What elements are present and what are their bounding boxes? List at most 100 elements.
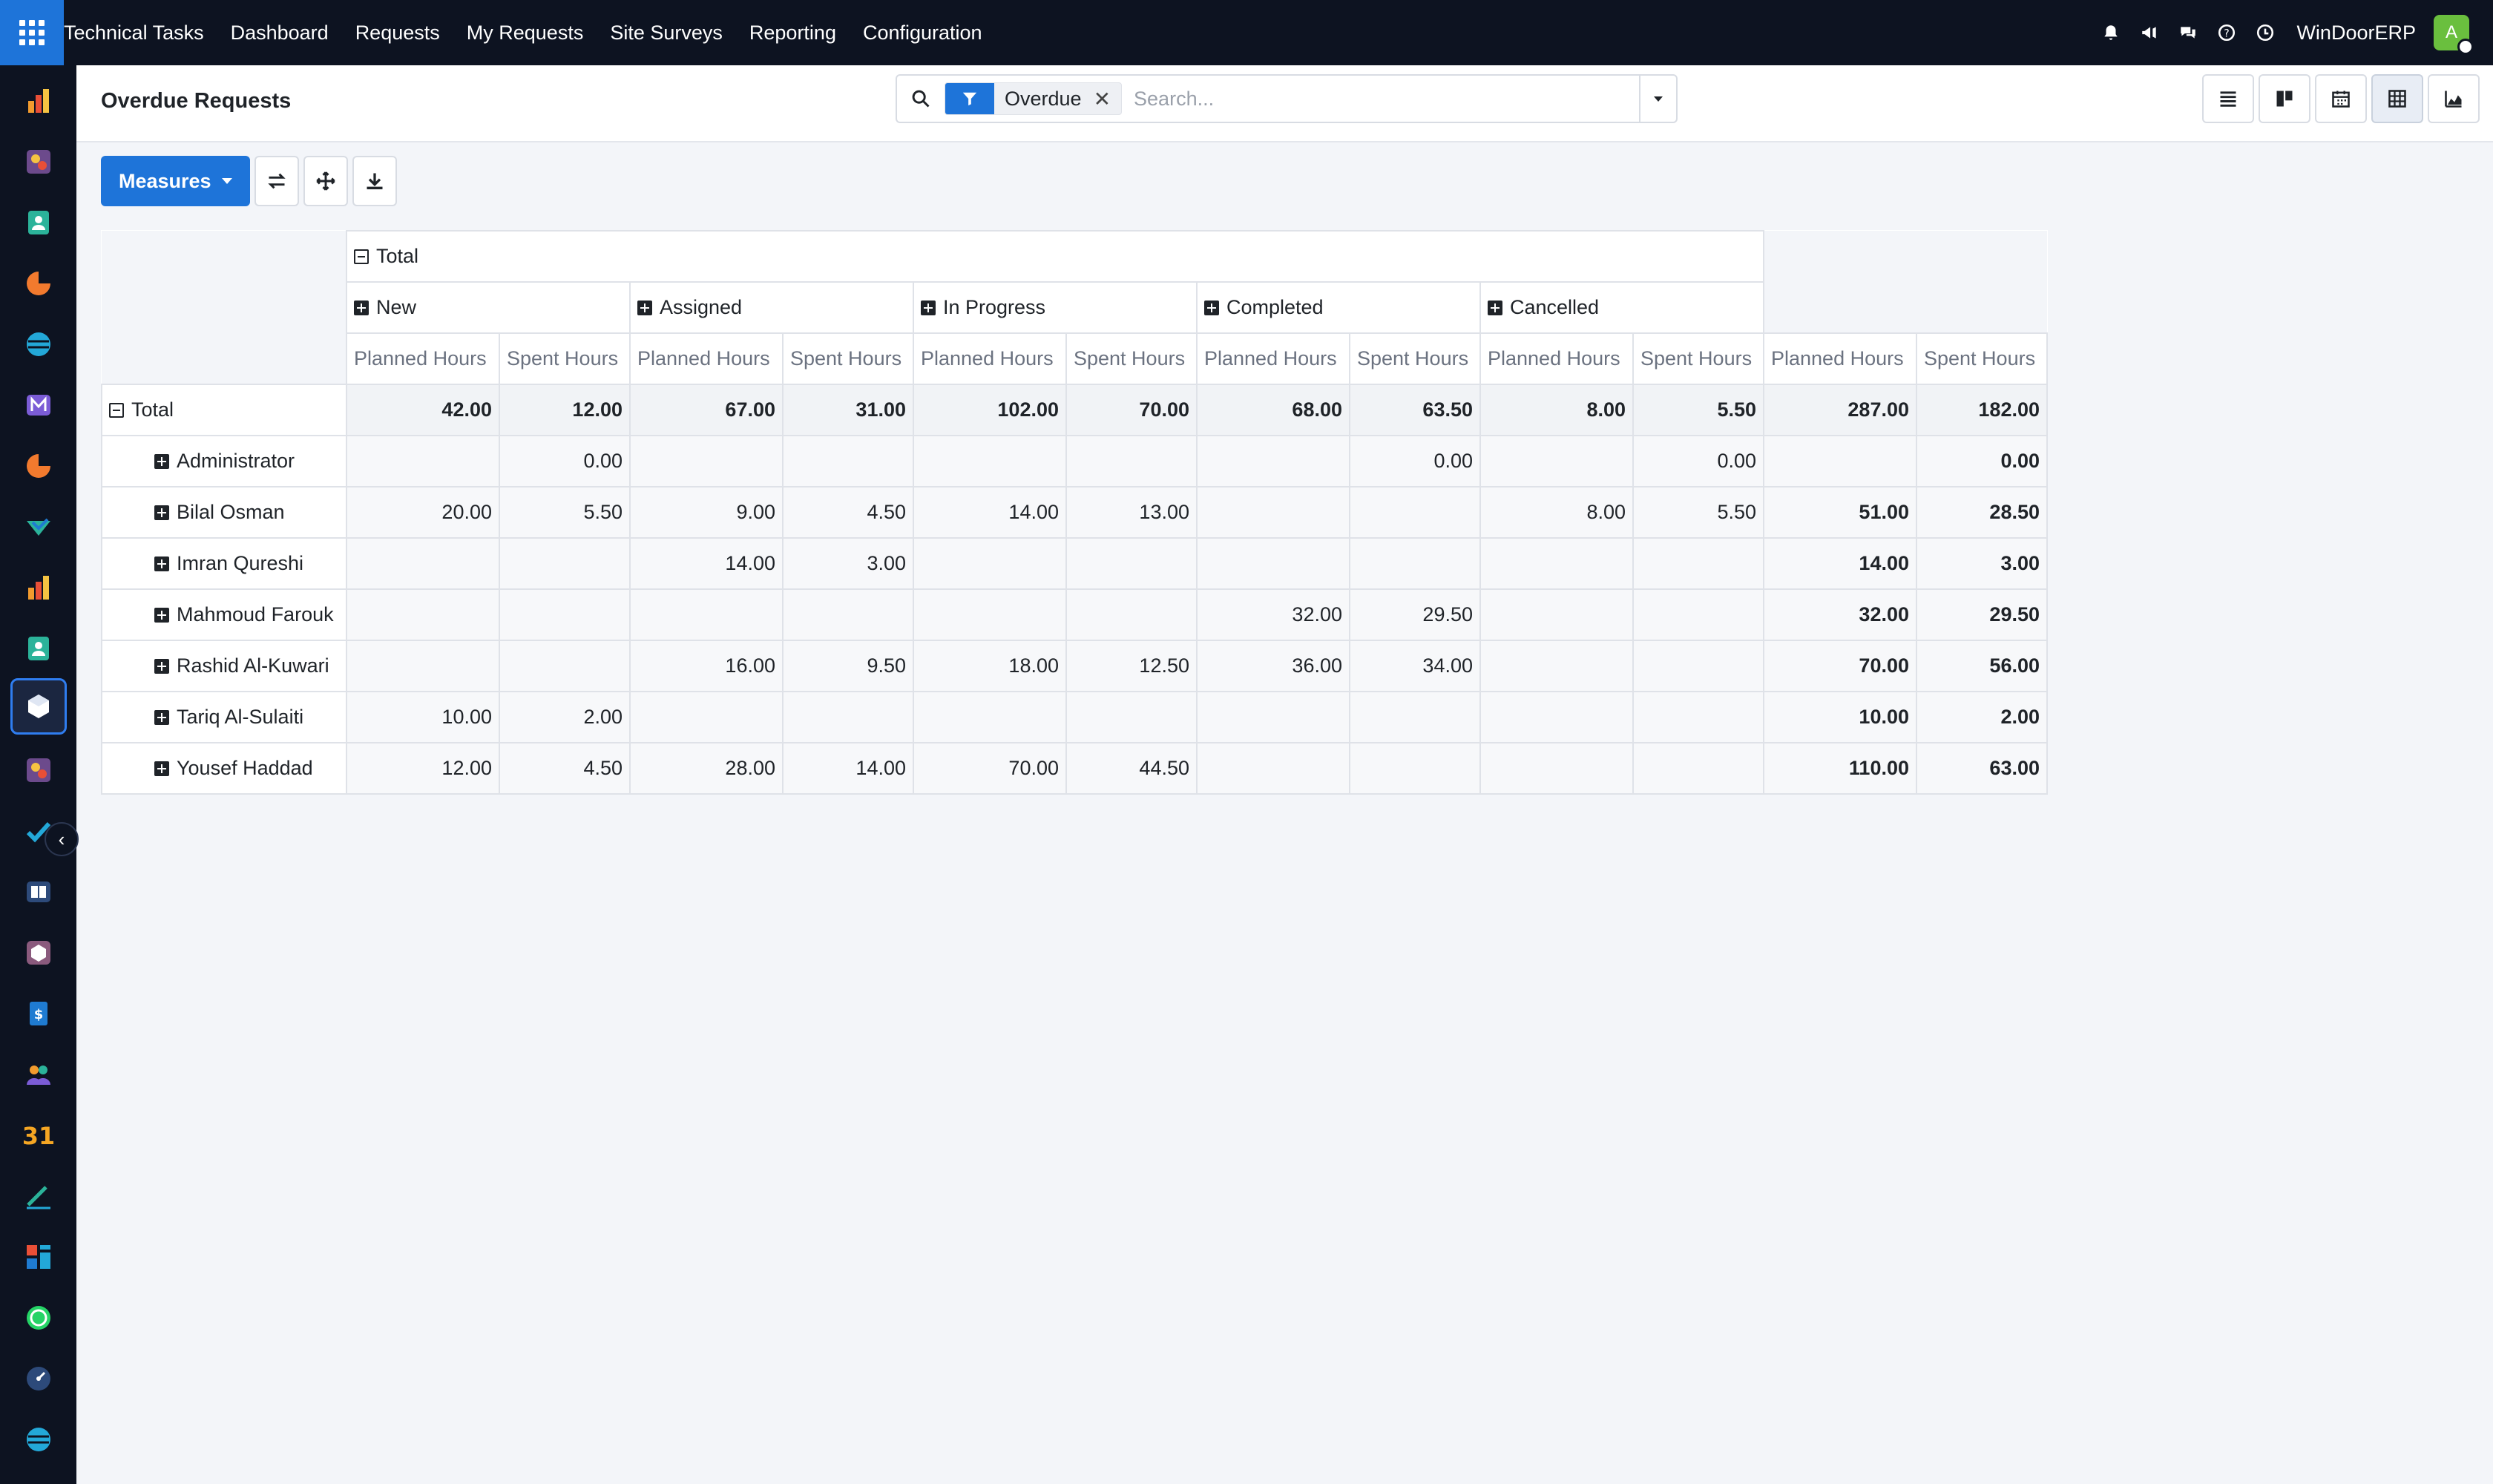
pivot-cell[interactable]: 28.50: [1916, 486, 2048, 539]
pivot-cell[interactable]: 42.00: [346, 384, 500, 436]
row-header[interactable]: Administrator: [101, 435, 347, 487]
pivot-cell[interactable]: 14.00: [782, 742, 914, 795]
pivot-cell[interactable]: 0.00: [1349, 435, 1481, 487]
pivot-cell[interactable]: 9.00: [629, 486, 784, 539]
pivot-cell[interactable]: [913, 588, 1067, 641]
chart-app-icon[interactable]: [18, 567, 59, 608]
pivot-cell[interactable]: [913, 537, 1067, 590]
pivot-cell[interactable]: 32.00: [1763, 588, 1917, 641]
row-header-total[interactable]: Total: [101, 384, 347, 436]
pivot-cell[interactable]: 2.00: [1916, 691, 2048, 743]
contacts-app-icon[interactable]: [18, 628, 59, 669]
list-view-button[interactable]: [2202, 74, 2254, 123]
pivot-cell[interactable]: [1632, 537, 1764, 590]
inventory-app-icon[interactable]: [18, 932, 59, 974]
mail-app-icon[interactable]: [18, 384, 59, 426]
pivot-cell[interactable]: [1479, 742, 1634, 795]
pivot-cell[interactable]: 29.50: [1349, 588, 1481, 641]
user-avatar[interactable]: A: [2434, 15, 2474, 55]
measure-header-spent-hours[interactable]: Spent Hours: [499, 332, 631, 385]
pivot-cell[interactable]: 14.00: [629, 537, 784, 590]
row-header[interactable]: Rashid Al-Kuwari: [101, 640, 347, 692]
measure-header-planned-hours[interactable]: Planned Hours: [1196, 332, 1350, 385]
knowledge-app-icon[interactable]: [18, 871, 59, 913]
pivot-cell[interactable]: 31.00: [782, 384, 914, 436]
pivot-cell[interactable]: [629, 588, 784, 641]
pivot-cell[interactable]: 287.00: [1763, 384, 1917, 436]
chart-app-icon[interactable]: [18, 80, 59, 122]
pivot-cell[interactable]: [1349, 537, 1481, 590]
pivot-cell[interactable]: [1196, 486, 1350, 539]
clock-icon[interactable]: [2246, 0, 2285, 65]
pivot-cell[interactable]: 51.00: [1763, 486, 1917, 539]
pivot-cell[interactable]: [1479, 640, 1634, 692]
pivot-cell[interactable]: 63.50: [1349, 384, 1481, 436]
pivot-cell[interactable]: [629, 691, 784, 743]
pivot-cell[interactable]: 18.00: [913, 640, 1067, 692]
col-header-completed[interactable]: Completed: [1196, 281, 1481, 334]
contacts-app-icon[interactable]: [18, 202, 59, 243]
company-switcher[interactable]: WinDoorERP: [2296, 22, 2416, 45]
search-icon[interactable]: [897, 76, 945, 122]
pivot-cell[interactable]: [1196, 537, 1350, 590]
pivot-cell[interactable]: [346, 588, 500, 641]
pivot-cell[interactable]: [499, 537, 631, 590]
crm-app-icon[interactable]: [18, 263, 59, 304]
row-header[interactable]: Yousef Haddad: [101, 742, 347, 795]
pivot-cell[interactable]: [1632, 640, 1764, 692]
expand-all-button[interactable]: [303, 156, 348, 206]
pivot-cell[interactable]: 67.00: [629, 384, 784, 436]
measure-header-planned-hours[interactable]: Planned Hours: [346, 332, 500, 385]
pivot-cell[interactable]: 12.00: [346, 742, 500, 795]
pivot-cell[interactable]: [1065, 588, 1198, 641]
pivot-cell[interactable]: 4.50: [782, 486, 914, 539]
pivot-cell[interactable]: 9.50: [782, 640, 914, 692]
pivot-cell[interactable]: 63.00: [1916, 742, 2048, 795]
menu-item-dashboard[interactable]: Dashboard: [231, 22, 329, 45]
sync-app-icon[interactable]: [18, 1419, 59, 1460]
pivot-cell[interactable]: 70.00: [1065, 384, 1198, 436]
pivot-cell[interactable]: [1349, 691, 1481, 743]
pivot-cell[interactable]: [1632, 588, 1764, 641]
menu-item-configuration[interactable]: Configuration: [863, 22, 982, 45]
pivot-cell[interactable]: 10.00: [346, 691, 500, 743]
menu-item-site-surveys[interactable]: Site Surveys: [610, 22, 723, 45]
pivot-cell[interactable]: 16.00: [629, 640, 784, 692]
pivot-cell[interactable]: 8.00: [1479, 486, 1634, 539]
pivot-cell[interactable]: [1349, 486, 1481, 539]
pivot-cell[interactable]: 44.50: [1065, 742, 1198, 795]
pivot-cell[interactable]: 68.00: [1196, 384, 1350, 436]
chat-icon[interactable]: [2169, 0, 2207, 65]
pivot-cell[interactable]: 3.00: [1916, 537, 2048, 590]
invoice-app-icon[interactable]: $: [18, 993, 59, 1034]
graph-view-button[interactable]: [2428, 74, 2480, 123]
measure-header-spent-hours[interactable]: Spent Hours: [1349, 332, 1481, 385]
pivot-cell[interactable]: 14.00: [913, 486, 1067, 539]
pivot-cell[interactable]: 0.00: [499, 435, 631, 487]
menu-item-my-requests[interactable]: My Requests: [467, 22, 584, 45]
pivot-cell[interactable]: [1479, 435, 1634, 487]
todo-app-icon[interactable]: [18, 810, 59, 852]
pivot-cell[interactable]: [1632, 742, 1764, 795]
menu-item-requests[interactable]: Requests: [355, 22, 440, 45]
pivot-cell[interactable]: 2.00: [499, 691, 631, 743]
measure-header-spent-hours[interactable]: Spent Hours: [1916, 332, 2048, 385]
pivot-cell[interactable]: [782, 435, 914, 487]
pivot-cell[interactable]: [346, 640, 500, 692]
pivot-cell[interactable]: 12.00: [499, 384, 631, 436]
calendar-view-button[interactable]: [2315, 74, 2367, 123]
kanban-view-button[interactable]: [2259, 74, 2310, 123]
pivot-cell[interactable]: 12.50: [1065, 640, 1198, 692]
pivot-cell[interactable]: [346, 537, 500, 590]
search-input[interactable]: [1122, 76, 1639, 121]
row-header[interactable]: Mahmoud Farouk: [101, 588, 347, 641]
calendar-app-icon[interactable]: 31: [18, 1114, 59, 1156]
measure-header-spent-hours[interactable]: Spent Hours: [1632, 332, 1764, 385]
search-options-toggle[interactable]: [1639, 76, 1676, 122]
bell-icon[interactable]: [2092, 0, 2130, 65]
pivot-cell[interactable]: 5.50: [1632, 486, 1764, 539]
measures-dropdown-button[interactable]: Measures: [101, 156, 250, 206]
pivot-cell[interactable]: [499, 640, 631, 692]
col-header-assigned[interactable]: Assigned: [629, 281, 914, 334]
pivot-cell[interactable]: [1479, 691, 1634, 743]
